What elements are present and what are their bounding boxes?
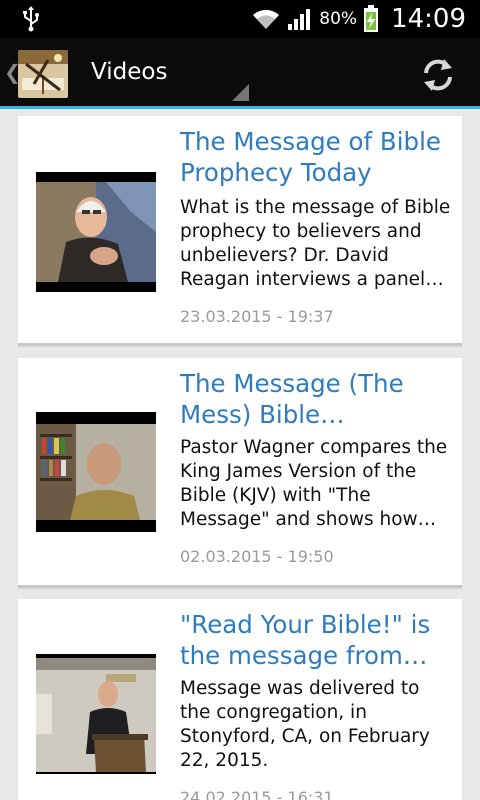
video-title[interactable]: The Message of Bible Prophecy Today bbox=[180, 126, 450, 188]
video-description: Message was delivered to the congregatio… bbox=[180, 678, 430, 771]
signal-icon bbox=[288, 9, 311, 30]
video-thumbnail bbox=[36, 172, 156, 292]
status-bar: 80% 14:09 bbox=[0, 0, 480, 38]
video-description: What is the message of Bible prophecy to… bbox=[180, 197, 451, 290]
video-thumbnail bbox=[36, 654, 156, 774]
app-logo[interactable] bbox=[18, 50, 68, 98]
video-title[interactable]: The Message (The Mess) Bible… bbox=[180, 368, 450, 430]
action-bar-divider bbox=[0, 106, 480, 109]
video-date: 24.02.2015 - 16:31 bbox=[180, 788, 334, 800]
screen-title[interactable]: Videos bbox=[91, 59, 167, 85]
video-date: 23.03.2015 - 19:37 bbox=[180, 307, 334, 326]
video-title[interactable]: "Read Your Bible!" is the message from… bbox=[180, 609, 450, 671]
video-card-2[interactable]: The Message (The Mess) Bible… Pastor Wag… bbox=[18, 358, 462, 588]
battery-charging-icon bbox=[364, 5, 379, 32]
battery-percent: 80% bbox=[319, 9, 358, 29]
video-card-1[interactable]: The Message of Bible Prophecy Today What… bbox=[18, 116, 462, 346]
refresh-icon[interactable] bbox=[418, 55, 458, 95]
video-date: 02.03.2015 - 19:50 bbox=[180, 547, 334, 566]
video-description: Pastor Wagner compares the King James Ve… bbox=[180, 437, 448, 530]
clock: 14:09 bbox=[391, 4, 466, 34]
video-card-3[interactable]: "Read Your Bible!" is the message from… … bbox=[18, 599, 462, 800]
dropdown-indicator-icon[interactable] bbox=[232, 84, 249, 101]
video-thumbnail bbox=[36, 412, 156, 532]
wifi-icon bbox=[253, 9, 280, 29]
usb-icon bbox=[23, 6, 39, 32]
